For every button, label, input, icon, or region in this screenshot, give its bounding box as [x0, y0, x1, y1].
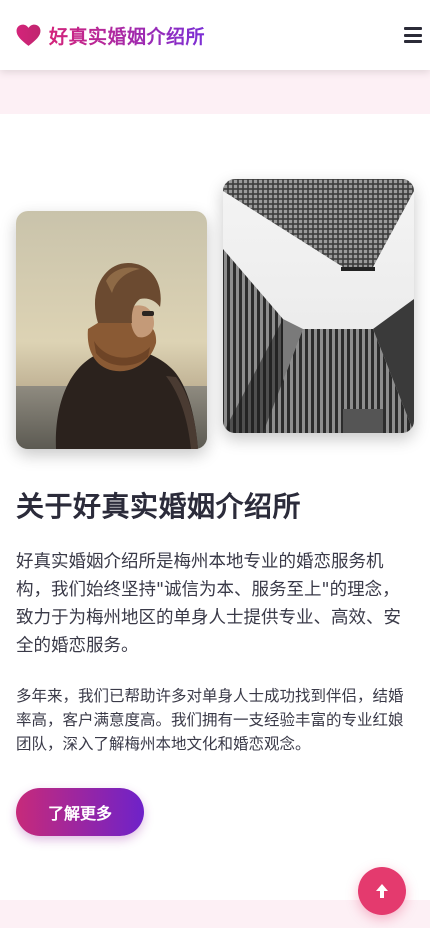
- back-to-top-button[interactable]: [358, 867, 406, 915]
- site-header: 好真实婚姻介绍所: [0, 0, 430, 70]
- heart-icon: [16, 24, 41, 46]
- person-photo: [16, 211, 207, 449]
- about-paragraph-1: 好真实婚姻介绍所是梅州本地专业的婚恋服务机构，我们始终坚持"诚信为本、服务至上"…: [16, 552, 401, 656]
- about-section: 关于好真实婚姻介绍所 好真实婚姻介绍所是梅州本地专业的婚恋服务机构，我们始终坚持…: [0, 114, 430, 900]
- building-photo: [223, 179, 414, 433]
- learn-more-button[interactable]: 了解更多: [16, 788, 144, 836]
- about-paragraph-2: 多年来，我们已帮助许多对单身人士成功找到伴侣，结婚率高，客户满意度高。我们拥有一…: [16, 687, 404, 753]
- hamburger-menu-icon[interactable]: [404, 27, 422, 43]
- logo[interactable]: 好真实婚姻介绍所: [16, 20, 205, 50]
- logo-text: 好真实婚姻介绍所: [49, 22, 205, 49]
- about-title: 关于好真实婚姻介绍所: [16, 490, 302, 523]
- arrow-up-icon: [376, 884, 388, 898]
